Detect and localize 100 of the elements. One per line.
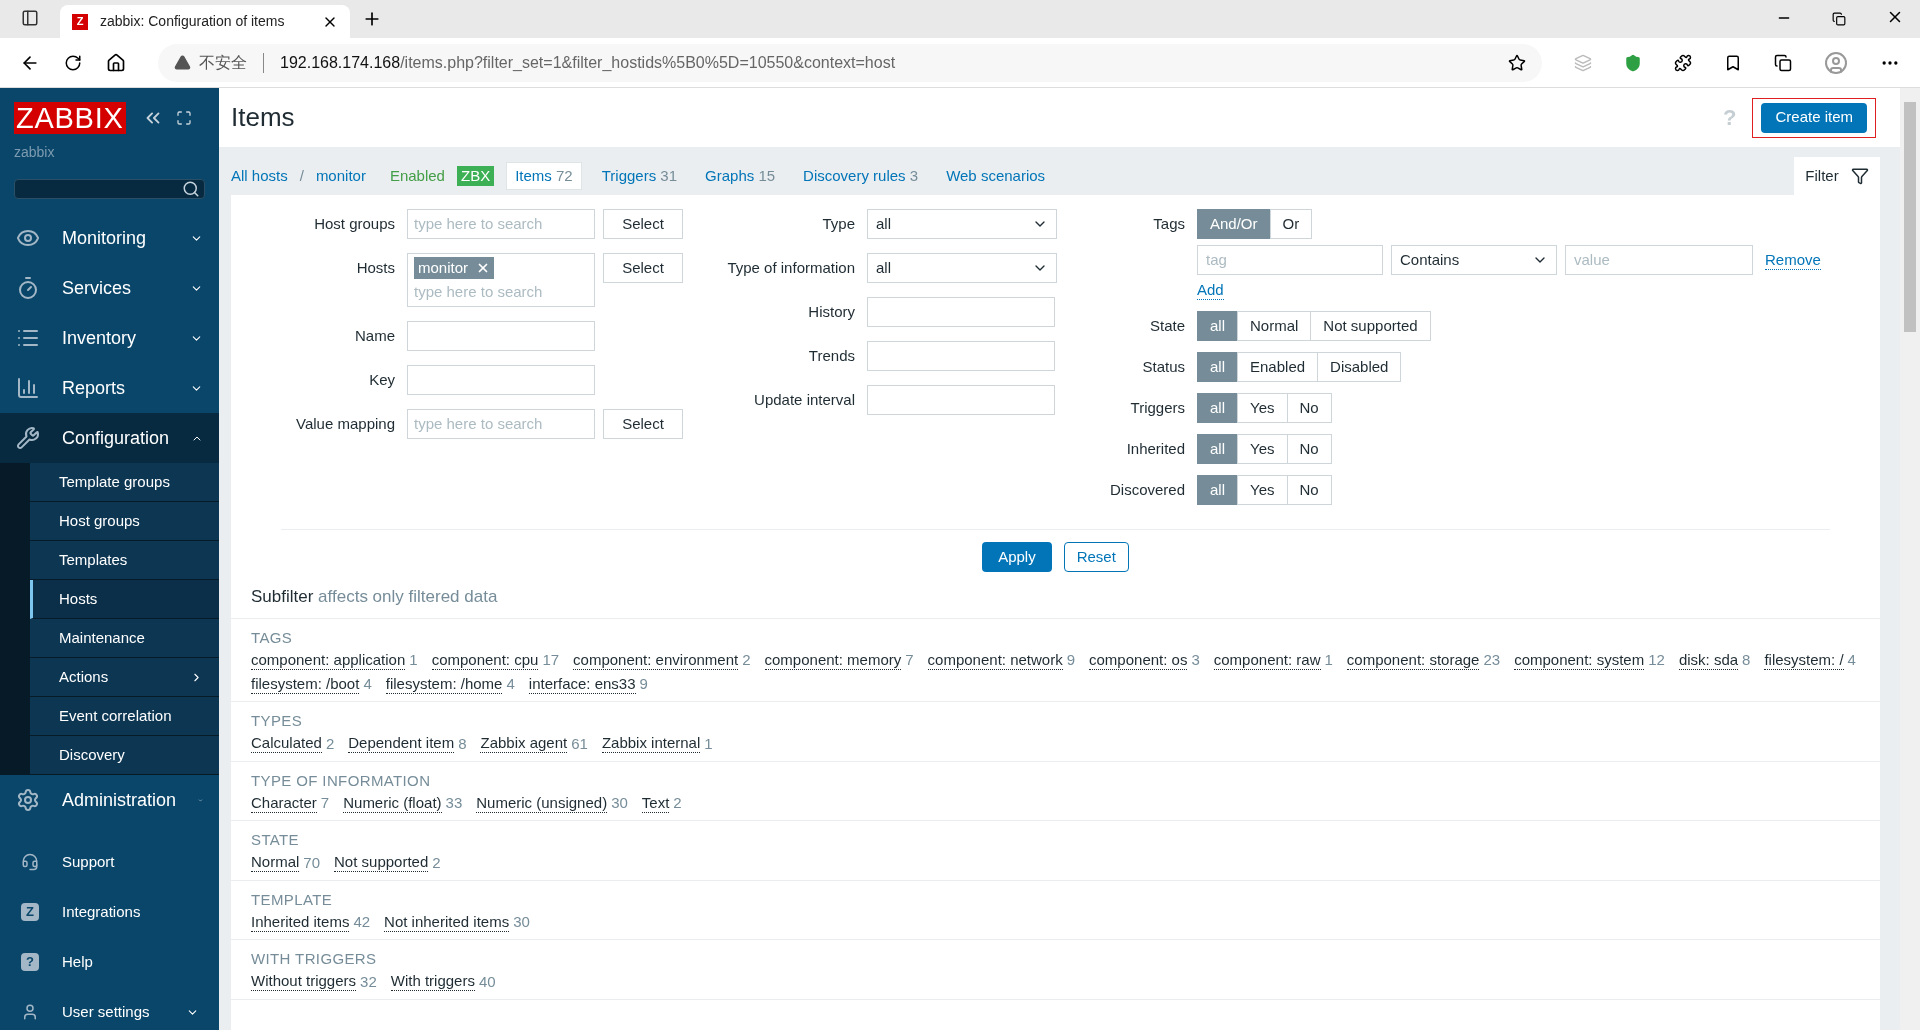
menu-item[interactable]: User settings bbox=[0, 987, 219, 1030]
text-field[interactable] bbox=[867, 385, 1055, 415]
submenu-item[interactable]: Maintenance bbox=[30, 619, 219, 658]
breadcrumb-link[interactable]: monitor bbox=[315, 164, 366, 188]
favorites-icon[interactable] bbox=[1724, 53, 1742, 72]
favorite-icon[interactable] bbox=[1508, 53, 1526, 72]
subfilter-link[interactable]: interface: ens33 bbox=[528, 674, 636, 694]
submenu-item[interactable]: Host groups bbox=[30, 502, 219, 541]
segment-option[interactable]: Yes bbox=[1237, 475, 1288, 505]
text-field[interactable] bbox=[407, 365, 595, 395]
segment-option[interactable]: Yes bbox=[1237, 434, 1288, 464]
availability-badge: ZBX bbox=[456, 166, 495, 186]
submenu-item[interactable]: Event correlation bbox=[30, 697, 219, 736]
segment-option[interactable]: No bbox=[1286, 393, 1332, 423]
subfilter-link[interactable]: Text bbox=[641, 793, 670, 813]
filter-tab[interactable]: Filter bbox=[1794, 157, 1880, 195]
search-icon[interactable] bbox=[182, 180, 200, 198]
menu-item[interactable]: Inventory bbox=[0, 313, 219, 363]
apply-button[interactable]: Apply bbox=[982, 542, 1052, 572]
subfilter-link[interactable]: Numeric (unsigned) bbox=[476, 793, 608, 813]
remove-link[interactable]: Remove bbox=[1765, 250, 1821, 270]
host-tab[interactable]: Items 72 bbox=[506, 162, 582, 190]
subfilter-link[interactable]: component: storage bbox=[1346, 650, 1480, 670]
subfilter-link[interactable]: component: cpu bbox=[431, 650, 539, 670]
segment-option[interactable]: Enabled bbox=[1237, 352, 1319, 382]
subfilter-link[interactable]: filesystem: /boot bbox=[251, 674, 360, 694]
host-tab[interactable]: Web scenarios bbox=[938, 163, 1054, 189]
menu-item[interactable]: Services bbox=[0, 263, 219, 313]
subfilter-link[interactable]: Without triggers bbox=[251, 972, 357, 991]
subfilter-link[interactable]: filesystem: / bbox=[1764, 650, 1844, 670]
text-field[interactable] bbox=[407, 321, 595, 351]
expand-icon[interactable] bbox=[175, 110, 192, 126]
subfilter-link[interactable]: filesystem: /home bbox=[385, 674, 503, 694]
profile-icon[interactable] bbox=[1824, 50, 1848, 75]
submenu-item[interactable]: Discovery bbox=[30, 736, 219, 775]
submenu-item[interactable]: Template groups bbox=[30, 463, 219, 502]
subfilter-link[interactable]: Character bbox=[251, 793, 317, 813]
subfilter-link[interactable]: Not supported bbox=[334, 853, 429, 872]
subfilter-link[interactable]: component: system bbox=[1514, 650, 1645, 670]
segment-option[interactable]: Not supported bbox=[1310, 311, 1431, 341]
subfilter-link[interactable]: component: network bbox=[927, 650, 1063, 670]
address-bar[interactable]: 不安全 192.168.174.168/items.php?filter_set=1&filter_hostids%5B0%5D=10550&context=host bbox=[158, 43, 1542, 82]
search-field[interactable] bbox=[14, 179, 205, 199]
subfilter-link[interactable]: Calculated bbox=[251, 734, 322, 753]
add-link[interactable]: Add bbox=[1197, 281, 1224, 300]
segment-option[interactable]: Normal bbox=[1237, 311, 1312, 341]
home-icon[interactable] bbox=[106, 52, 126, 73]
breadcrumb-link[interactable]: All hosts bbox=[231, 164, 288, 188]
segment-option[interactable]: Yes bbox=[1237, 393, 1288, 423]
host-tab[interactable]: Discovery rules 3 bbox=[795, 163, 927, 189]
field-label: State bbox=[1148, 315, 1185, 336]
submenu-item[interactable]: Actions bbox=[30, 658, 219, 697]
create-item-button[interactable]: Create item bbox=[1761, 102, 1867, 133]
restore-icon[interactable] bbox=[1832, 12, 1846, 26]
subfilter-link[interactable]: With triggers bbox=[390, 972, 475, 991]
extensions-icon[interactable] bbox=[1674, 53, 1692, 72]
menu-item[interactable]: Support bbox=[0, 837, 219, 887]
subfilter-link[interactable]: component: raw bbox=[1213, 650, 1321, 670]
subfilter-link[interactable]: disk: sda bbox=[1678, 650, 1739, 670]
dropdown[interactable]: all bbox=[867, 209, 1057, 239]
subfilter-link[interactable]: component: memory bbox=[764, 650, 902, 670]
segment-option[interactable]: Or bbox=[1269, 209, 1313, 239]
subfilter-link[interactable]: Zabbix agent bbox=[480, 734, 568, 753]
subfilter-link[interactable]: Numeric (float) bbox=[343, 793, 442, 813]
subfilter-link[interactable]: component: application bbox=[251, 650, 406, 670]
menu-item[interactable]: Z Integrations bbox=[0, 887, 219, 937]
browser-tab[interactable]: Z zabbix: Configuration of items bbox=[60, 5, 350, 38]
reload-icon[interactable] bbox=[64, 53, 82, 72]
segment-option[interactable]: No bbox=[1286, 434, 1332, 464]
menu-item[interactable]: Monitoring bbox=[0, 213, 219, 263]
host-tab[interactable]: Triggers 31 bbox=[593, 163, 686, 189]
subfilter-group-title: STATE bbox=[251, 830, 300, 850]
subfilter-link[interactable]: Inherited items bbox=[251, 912, 350, 932]
submenu-item[interactable]: Templates bbox=[30, 541, 219, 580]
subfilter-link[interactable]: Zabbix internal bbox=[601, 734, 701, 753]
menu-item[interactable]: ? Help bbox=[0, 937, 219, 987]
segment-option[interactable]: Disabled bbox=[1317, 352, 1402, 382]
collections-icon[interactable] bbox=[1774, 53, 1792, 72]
select-button[interactable]: Select bbox=[603, 209, 683, 239]
select-button[interactable]: Select bbox=[603, 409, 683, 439]
subfilter-link[interactable]: Dependent item bbox=[348, 734, 455, 753]
segment-option[interactable]: No bbox=[1286, 475, 1332, 505]
submenu-item[interactable]: Hosts bbox=[30, 580, 219, 619]
dropdown[interactable]: all bbox=[867, 253, 1057, 283]
select-button[interactable]: Select bbox=[603, 253, 683, 283]
host-tab[interactable]: Graphs 15 bbox=[697, 163, 784, 189]
menu-item[interactable]: Reports bbox=[0, 363, 219, 413]
shield-icon[interactable] bbox=[1624, 53, 1642, 72]
scrollbar[interactable] bbox=[1900, 88, 1920, 1030]
dropdown[interactable]: Contains bbox=[1391, 245, 1557, 275]
subfilter-link[interactable]: Not inherited items bbox=[384, 912, 510, 932]
subfilter-link[interactable]: component: environment bbox=[573, 650, 739, 670]
text-field[interactable] bbox=[867, 297, 1055, 327]
reset-button[interactable]: Reset bbox=[1063, 542, 1129, 572]
menu-item[interactable]: Administration bbox=[0, 775, 219, 825]
subfilter-link[interactable]: component: os bbox=[1089, 650, 1188, 670]
tab-actions-icon[interactable] bbox=[21, 9, 39, 27]
subfilter-link[interactable]: Normal bbox=[251, 853, 300, 872]
text-field[interactable] bbox=[867, 341, 1055, 371]
menu-item[interactable]: Configuration bbox=[0, 413, 219, 463]
